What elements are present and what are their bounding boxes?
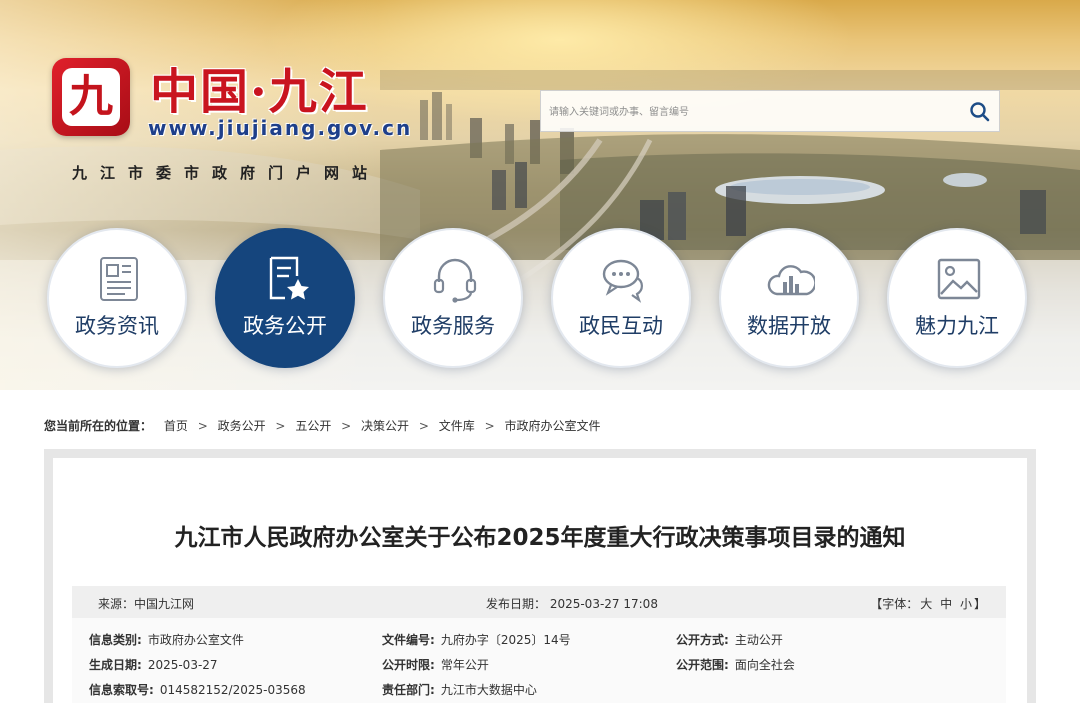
article-source: 来源：中国九江网 bbox=[98, 597, 195, 611]
nav-label: 政务服务 bbox=[411, 314, 495, 338]
info-doc-number: 文件编号: 九府办字〔2025〕14号 bbox=[382, 631, 571, 648]
cloud-chart-icon bbox=[767, 265, 815, 296]
article-card-frame: 九江市人民政府办公室关于公布2025年度重大行政决策事项目录的通知 来源：中国九… bbox=[44, 449, 1036, 703]
site-logo-emblem[interactable]: 九 bbox=[52, 58, 130, 136]
nav-label: 政民互动 bbox=[579, 314, 663, 338]
site-url: www.jiujiang.gov.cn bbox=[148, 116, 413, 140]
info-value: 九府办字〔2025〕14号 bbox=[440, 633, 571, 647]
info-index-number: 信息索取号: 014582152/2025-03568 bbox=[89, 681, 306, 698]
site-subtitle: 九江市委市政府门户网站 bbox=[72, 164, 381, 182]
breadcrumb: 您当前所在的位置： 首页 > 政务公开 > 五公开 > 决策公开 > 文件库 >… bbox=[44, 417, 601, 434]
info-public-scope: 公开范围: 面向全社会 bbox=[676, 656, 795, 673]
info-value: 常年公开 bbox=[440, 658, 489, 672]
chat-bubbles-icon bbox=[602, 259, 643, 303]
nav-item-open-data[interactable]: 数据开放 bbox=[719, 228, 859, 368]
breadcrumb-item-disclosure[interactable]: 政务公开 bbox=[218, 419, 266, 433]
hero-banner: 九 中国·九江 www.jiujiang.gov.cn 九江市委市政府门户网站 … bbox=[0, 0, 1080, 390]
info-public-mode: 公开方式: 主动公开 bbox=[676, 631, 783, 648]
info-responsible-dept: 责任部门: 九江市大数据中心 bbox=[382, 681, 537, 698]
info-value: 面向全社会 bbox=[734, 658, 795, 672]
breadcrumb-item-office-files[interactable]: 市政府办公室文件 bbox=[505, 419, 601, 433]
breadcrumb-separator: > bbox=[341, 419, 352, 433]
info-label: 责任部门: bbox=[382, 683, 435, 697]
nav-item-government-disclosure[interactable]: 政务公开 bbox=[215, 228, 355, 368]
article-publish-date: 发布日期： 2025-03-27 17:08 bbox=[486, 597, 658, 611]
breadcrumb-separator: > bbox=[484, 419, 495, 433]
breadcrumb-item-decision[interactable]: 决策公开 bbox=[361, 419, 409, 433]
info-category: 信息类别: 市政府办公室文件 bbox=[89, 631, 244, 648]
breadcrumb-item-file-library[interactable]: 文件库 bbox=[439, 419, 475, 433]
info-value: 九江市大数据中心 bbox=[440, 683, 537, 697]
info-value: 2025-03-27 bbox=[147, 658, 218, 672]
nav-item-public-interaction[interactable]: 政民互动 bbox=[551, 228, 691, 368]
info-label: 公开时限: bbox=[382, 658, 435, 672]
breadcrumb-item-five-public[interactable]: 五公开 bbox=[295, 419, 331, 433]
nav-item-government-news[interactable]: 政务资讯 bbox=[47, 228, 187, 368]
document-star-icon bbox=[269, 256, 309, 300]
article-info-grid: 信息类别: 市政府办公室文件 文件编号: 九府办字〔2025〕14号 公开方式: 主动… bbox=[72, 618, 1006, 703]
site-name[interactable]: 中国·九江 bbox=[150, 52, 369, 122]
breadcrumb-item-home[interactable]: 首页 bbox=[164, 419, 188, 433]
breadcrumb-separator: > bbox=[275, 419, 286, 433]
nav-item-charming-jiujiang[interactable]: 魅力九江 bbox=[887, 228, 1027, 368]
nav-label: 魅力九江 bbox=[915, 314, 999, 338]
search-bar bbox=[540, 90, 1000, 133]
breadcrumb-separator: > bbox=[197, 419, 208, 433]
info-generated-date: 生成日期: 2025-03-27 bbox=[89, 656, 218, 673]
breadcrumb-separator: > bbox=[418, 419, 429, 433]
info-label: 信息类别: bbox=[89, 633, 142, 647]
article-card: 九江市人民政府办公室关于公布2025年度重大行政决策事项目录的通知 来源：中国九… bbox=[53, 458, 1027, 703]
nav-item-government-services[interactable]: 政务服务 bbox=[383, 228, 523, 368]
info-label: 生成日期: bbox=[89, 658, 142, 672]
nav-label: 政务资讯 bbox=[75, 314, 159, 338]
info-value: 主动公开 bbox=[734, 633, 783, 647]
newspaper-icon bbox=[100, 257, 138, 301]
search-icon[interactable] bbox=[967, 99, 993, 125]
font-size-small-button[interactable]: 小 bbox=[960, 597, 972, 611]
breadcrumb-prefix: 您当前所在的位置： bbox=[44, 419, 153, 433]
font-size-large-button[interactable]: 大 bbox=[920, 597, 932, 611]
nav-label: 数据开放 bbox=[747, 314, 831, 338]
font-size-suffix: 】 bbox=[973, 597, 986, 611]
headset-icon bbox=[433, 258, 477, 303]
font-size-medium-button[interactable]: 中 bbox=[940, 597, 952, 611]
info-label: 公开范围: bbox=[676, 658, 729, 672]
article-title: 九江市人民政府办公室关于公布2025年度重大行政决策事项目录的通知 bbox=[174, 525, 906, 551]
info-value: 市政府办公室文件 bbox=[147, 633, 244, 647]
info-value: 014582152/2025-03568 bbox=[159, 683, 306, 697]
nav-label: 政务公开 bbox=[243, 314, 327, 338]
info-label: 信息索取号: bbox=[89, 683, 154, 697]
info-label: 文件编号: bbox=[382, 633, 435, 647]
picture-icon bbox=[937, 258, 981, 300]
info-public-period: 公开时限: 常年公开 bbox=[382, 656, 489, 673]
font-size-prefix: 【字体： bbox=[870, 597, 919, 611]
logo-glyph: 九 bbox=[62, 68, 120, 126]
info-label: 公开方式: bbox=[676, 633, 729, 647]
article-meta-bar: 来源：中国九江网 发布日期： 2025-03-27 17:08 【字体：大 中 … bbox=[72, 586, 1006, 618]
search-input[interactable] bbox=[541, 91, 961, 133]
font-size-control: 【字体：大 中 小】 bbox=[870, 595, 986, 612]
